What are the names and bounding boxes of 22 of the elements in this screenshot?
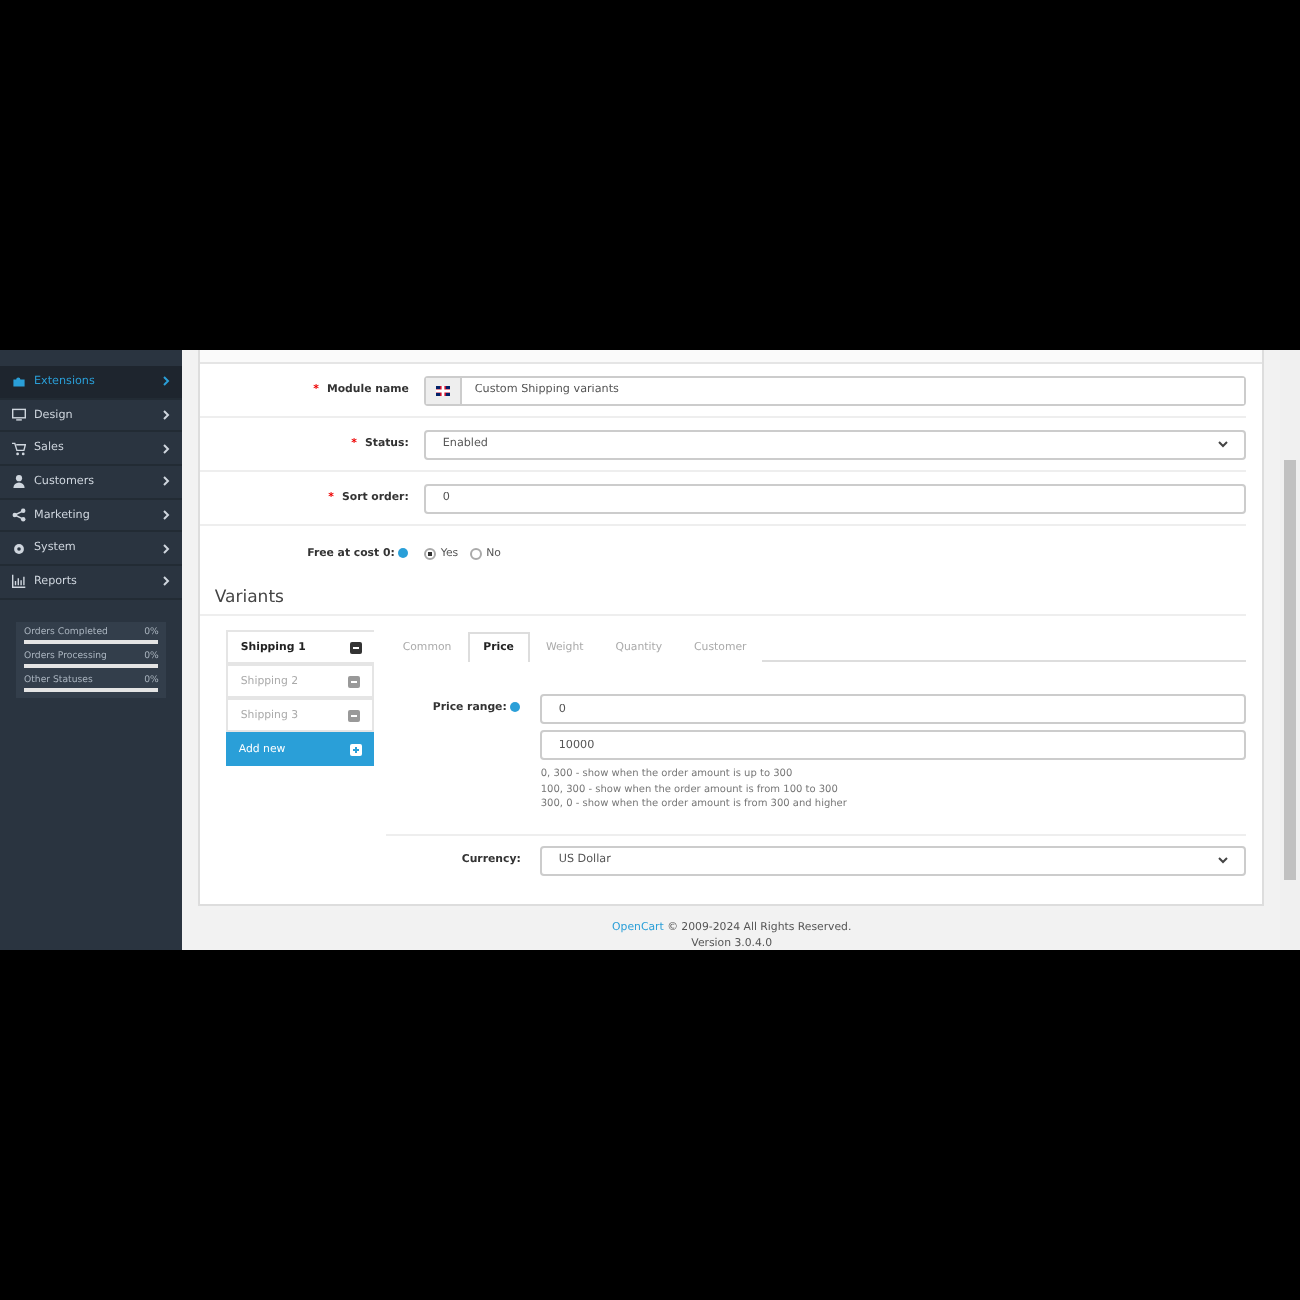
- chevron-icon: [162, 543, 171, 554]
- plus-icon[interactable]: [350, 743, 363, 755]
- chevron-icon: [162, 410, 171, 421]
- user-icon: [12, 474, 26, 489]
- help-icon[interactable]: [510, 702, 521, 712]
- chevron-icon: [162, 510, 171, 521]
- flag-icon: [436, 385, 451, 395]
- chevron-icon: [162, 376, 171, 387]
- minus-icon[interactable]: [350, 641, 363, 653]
- section-title: Variants: [200, 580, 1247, 616]
- help-icon[interactable]: [398, 548, 409, 558]
- chevron-icon: [162, 476, 171, 487]
- chevron-icon: [162, 576, 171, 587]
- settings-icon: [12, 541, 26, 556]
- caret-icon: [1218, 440, 1229, 448]
- cart-icon: [12, 441, 26, 456]
- bar-chart-icon: [12, 574, 26, 589]
- chevron-icon: [162, 443, 171, 454]
- monitor-icon: [12, 408, 26, 423]
- scrollbar[interactable]: [1280, 350, 1300, 950]
- share-icon: [12, 508, 26, 523]
- caret-icon: [1218, 856, 1229, 864]
